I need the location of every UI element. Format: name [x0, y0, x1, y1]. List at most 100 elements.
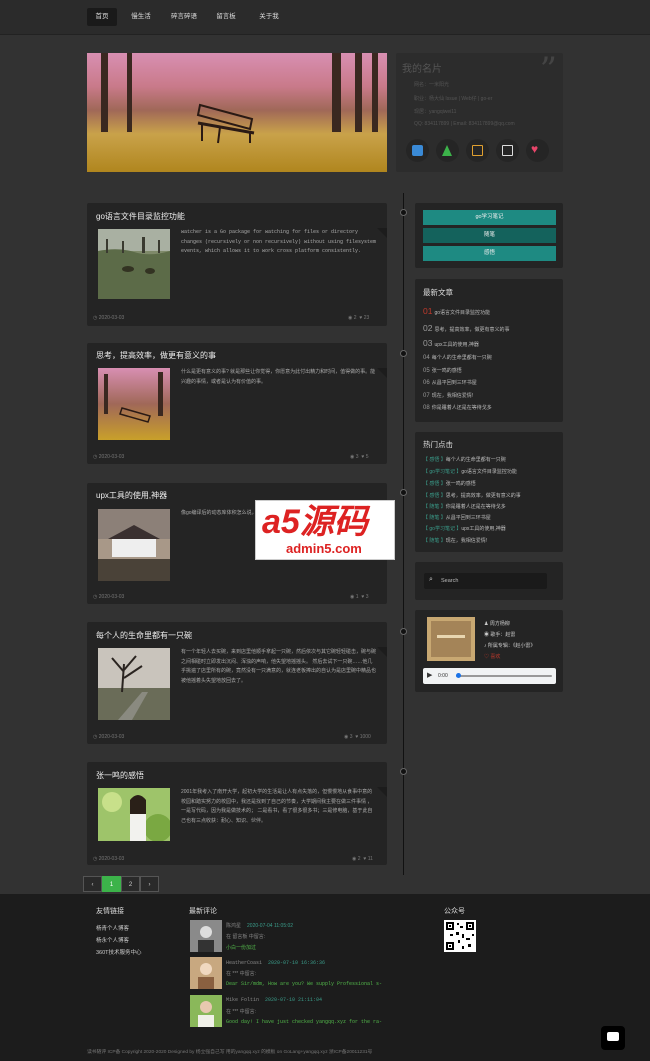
next-page-button[interactable]: ›: [140, 876, 159, 892]
comment-on: 在 留言板 中留言:: [226, 934, 266, 940]
corner-flag: [377, 787, 387, 797]
nav-notes[interactable]: 碎言碎语: [166, 8, 202, 26]
comment-text[interactable]: Dear Sir/mdm, How are you? We supply Pro…: [226, 981, 382, 987]
image-icon[interactable]: [496, 139, 519, 162]
comment-on: 在 *** 中留言:: [226, 1009, 257, 1015]
hot-item[interactable]: 【 感悟 】张一鸣的感悟: [423, 480, 476, 487]
latest-item[interactable]: 06 从昌平回到三环书屋: [423, 379, 477, 386]
post-stats: ◉ 2 ♥ 23: [348, 315, 370, 321]
mail-icon[interactable]: [466, 139, 489, 162]
category-go-notes[interactable]: go学习笔记: [423, 210, 556, 225]
post-stats: ◉ 2 ♥ 11: [352, 856, 373, 862]
post-excerpt: 有一个年轻人去买碗，来到店里他顺手拿起一只碗，然后依次与其它碗轻轻碰击，碗与碗之…: [181, 649, 377, 684]
latest-item[interactable]: 05 张一鸣的感悟: [423, 367, 462, 374]
chat-bubble-icon: [607, 1032, 619, 1041]
post-thumbnail[interactable]: [98, 788, 170, 841]
hot-item[interactable]: 【 随笔 】现在，我相信爱情!: [423, 537, 487, 544]
page-1-button[interactable]: 1: [102, 876, 121, 892]
latest-item[interactable]: 07 现在，我相信爱情!: [423, 392, 473, 399]
profile-line: 现居：yangqiwei11: [414, 109, 457, 115]
links-title: 友情链接: [96, 908, 124, 915]
latest-item[interactable]: 04 每个人的生命里都有一只碗: [423, 354, 492, 361]
friend-link[interactable]: 杨青个人博客: [96, 924, 129, 932]
commenter-avatar: [190, 920, 222, 952]
music-album: ♪ 所属专辑：《赵小雷》: [484, 643, 536, 649]
post-title[interactable]: go语言文件目录监控功能: [96, 211, 185, 222]
latest-item[interactable]: 08 你是睡着人还是在等待戈多: [423, 404, 492, 411]
search-input[interactable]: ⌕ Search: [424, 573, 547, 589]
nav-home[interactable]: 首页: [87, 8, 117, 26]
post-title[interactable]: 思考，提高效率，做更有意义的事: [96, 350, 216, 361]
latest-item[interactable]: 02 思考，提高效率，做更有意义的事: [423, 323, 509, 333]
post-excerpt: watcher is a Go package for watching for…: [181, 229, 377, 254]
post-stats: ◉ 3 ♥ 5: [350, 454, 369, 460]
corner-flag: [377, 228, 387, 238]
comments-title: 最新评论: [189, 908, 217, 915]
comment-text[interactable]: 小白一份加过: [226, 944, 256, 951]
timeline-dot: [400, 489, 407, 496]
profile-line: 网名：一米阳光: [414, 82, 450, 88]
post-date: ◷ 2020-03-03: [93, 454, 125, 460]
latest-articles-box: [415, 279, 563, 422]
nav-guestbook[interactable]: 留言板: [211, 8, 241, 26]
latest-title: 最新文章: [423, 288, 453, 297]
comment-author: 陈鸿星 2020-07-04 11:05:02: [226, 923, 294, 929]
commenter-avatar: [190, 957, 222, 989]
category-essays[interactable]: 随笔: [423, 228, 556, 243]
chat-icon[interactable]: [406, 139, 429, 162]
post-stats: ◉ 3 ♥ 1000: [344, 734, 371, 740]
post-stats: ◉ 1 ♥ 3: [350, 594, 369, 600]
music-like[interactable]: ♡ 喜欢: [484, 653, 500, 660]
hot-item[interactable]: 【 感悟 】每个人的生命里都有一只碗: [423, 456, 506, 463]
timeline-dot: [400, 350, 407, 357]
post-title[interactable]: 每个人的生命里都有一只碗: [96, 630, 192, 641]
timeline-dot: [400, 628, 407, 635]
hot-item[interactable]: 【 go学习笔记 】upx工具的使用,神器: [423, 525, 506, 532]
page-2-button[interactable]: 2: [121, 876, 140, 892]
nav-slow-life[interactable]: 慢生活: [126, 8, 156, 26]
timeline-dot: [400, 209, 407, 216]
wechat-title: 公众号: [444, 908, 465, 915]
hot-item[interactable]: 【 随笔 】你是睡着人还是在等待戈多: [423, 503, 506, 510]
post-thumbnail[interactable]: [98, 648, 170, 720]
corner-flag: [377, 647, 387, 657]
latest-item[interactable]: 01 go语言文件目录监控功能: [423, 306, 490, 316]
post-date: ◷ 2020-03-03: [93, 315, 125, 321]
audio-knob[interactable]: [456, 673, 461, 678]
watermark-logo: a5源码 admin5.com: [255, 500, 395, 560]
play-icon[interactable]: ▶: [427, 671, 432, 679]
friend-link[interactable]: 杨永个人博客: [96, 936, 129, 944]
hot-item[interactable]: 【 感悟 】思考，提高效率，做更有意义的事: [423, 492, 521, 499]
post-thumbnail[interactable]: [98, 368, 170, 440]
corner-flag: [377, 368, 387, 378]
profile-line: 职业：杨大仙 Issue | Web仔 | go-er: [414, 96, 493, 102]
chat-widget-button[interactable]: [601, 1026, 625, 1050]
post-date: ◷ 2020-03-03: [93, 856, 125, 862]
prev-page-button[interactable]: ‹: [83, 876, 102, 892]
heart-icon[interactable]: ♥: [526, 139, 549, 162]
post-date: ◷ 2020-03-03: [93, 594, 125, 600]
quote-icon: ”: [539, 50, 557, 90]
search-icon: ⌕: [429, 576, 433, 583]
comment-text[interactable]: Good day! I have just checked yangqq.xyz…: [226, 1019, 382, 1025]
hot-item[interactable]: 【 go学习笔记 】go语言文件目录监控功能: [423, 468, 517, 475]
audio-progress[interactable]: [456, 675, 552, 677]
copyright: 读书随评 ICP备 Copyright 2020-2020 Designed b…: [87, 1050, 373, 1055]
home-icon[interactable]: [436, 139, 459, 162]
timeline-dot: [400, 768, 407, 775]
post-title[interactable]: upx工具的使用,神器: [96, 490, 167, 501]
profile-line: QQ: 834117899 | Email: 834117899@qq.com: [414, 121, 515, 127]
latest-item[interactable]: 03 upx工具的使用,神器: [423, 338, 479, 348]
comment-author: Mike Foltin 2020-07-10 21:11:04: [226, 997, 323, 1003]
post-thumbnail[interactable]: [98, 229, 170, 299]
category-thoughts[interactable]: 感悟: [423, 246, 556, 261]
hot-item[interactable]: 【 随笔 】从昌平回到三环书屋: [423, 514, 491, 521]
friend-link[interactable]: 360T技术服务中心: [96, 948, 142, 956]
banner-image: [87, 53, 387, 172]
nav-about[interactable]: 关于我: [252, 8, 286, 26]
post-thumbnail[interactable]: [98, 509, 170, 581]
post-excerpt: 2001年我考入了南开大学，起初大学的生活是让人有点失落的，但慢慢地从食事中意的…: [181, 789, 373, 824]
audio-player[interactable]: ▶ 0:00: [423, 668, 556, 684]
commenter-avatar: [190, 995, 222, 1027]
post-title[interactable]: 张一鸣的感悟: [96, 770, 144, 781]
